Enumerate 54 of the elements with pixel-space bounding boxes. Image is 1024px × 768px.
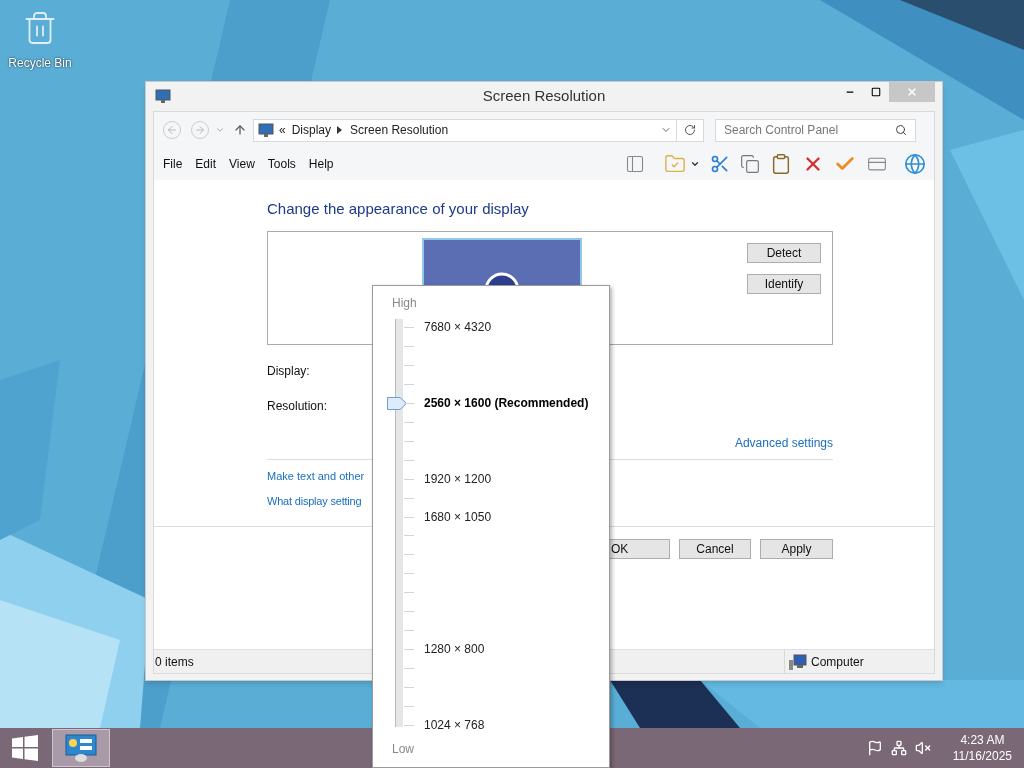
- search-icon: [895, 124, 907, 136]
- flag-icon[interactable]: [866, 740, 883, 756]
- field-label: Display:: [267, 364, 310, 378]
- refresh-button[interactable]: [677, 118, 704, 142]
- network-icon[interactable]: [890, 740, 907, 756]
- chevron-right-icon: [337, 126, 343, 134]
- dialog-button[interactable]: Cancel: [679, 539, 751, 559]
- menu-item[interactable]: View: [229, 155, 255, 173]
- monitor-icon: [155, 89, 171, 103]
- slider-thumb[interactable]: [387, 396, 407, 410]
- low-label: Low: [392, 742, 415, 756]
- scissors-icon[interactable]: [710, 154, 730, 174]
- slider-track[interactable]: [387, 319, 407, 727]
- breadcrumb[interactable]: Display: [291, 121, 332, 139]
- caret-icon[interactable]: [690, 159, 700, 169]
- close-icon: [906, 86, 918, 98]
- dialog-button[interactable]: Apply: [760, 539, 833, 559]
- breadcrumb[interactable]: Screen Resolution: [350, 121, 449, 139]
- layout-icon[interactable]: [624, 154, 646, 174]
- resolution-option[interactable]: 1680 × 1050: [424, 509, 492, 524]
- dialog-button[interactable]: Detect: [747, 243, 821, 263]
- menu-item[interactable]: File: [163, 155, 183, 173]
- advanced-settings-link[interactable]: Advanced settings: [734, 436, 833, 450]
- menu-item[interactable]: Help: [308, 155, 334, 173]
- dialog-button[interactable]: Identify: [747, 274, 821, 294]
- windows-logo-icon[interactable]: [12, 735, 38, 761]
- speaker-muted-icon[interactable]: [914, 740, 931, 756]
- item-count: 0 items: [154, 653, 194, 671]
- resolution-option[interactable]: 7680 × 4320: [424, 320, 492, 334]
- link[interactable]: Make text and other: [267, 469, 365, 483]
- clipboard-icon[interactable]: [770, 153, 792, 175]
- high-label: High: [392, 296, 418, 310]
- menu-item[interactable]: Tools: [267, 155, 296, 173]
- globe-icon[interactable]: [904, 153, 926, 175]
- address-bar[interactable]: « Display Screen Resolution: [253, 118, 677, 142]
- maximize-icon: [871, 87, 881, 97]
- resolution-option[interactable]: 1920 × 1200: [424, 471, 492, 486]
- resolution-option[interactable]: 2560 × 1600 (Recommended): [424, 395, 589, 410]
- menu-item[interactable]: Edit: [195, 155, 217, 173]
- field-label: Resolution:: [267, 399, 328, 413]
- copy-icon[interactable]: [740, 154, 760, 174]
- taskbar-app-button[interactable]: [52, 729, 110, 767]
- monitor-icon: [258, 123, 274, 137]
- heading: Change the appearance of your display: [267, 199, 529, 219]
- link[interactable]: What display setting: [267, 494, 362, 508]
- address-prefix: «: [279, 122, 286, 139]
- window-title: Screen Resolution: [482, 86, 606, 107]
- clock[interactable]: 4:23 AM 11/16/2025: [952, 732, 1012, 764]
- resolution-option[interactable]: 1024 × 768: [424, 718, 485, 732]
- search-field[interactable]: Search Control Panel: [715, 118, 916, 142]
- location-label: Computer: [811, 653, 864, 671]
- resolution-option[interactable]: 1280 × 800: [424, 642, 485, 657]
- refresh-icon: [684, 124, 696, 136]
- computer-icon: [789, 653, 807, 670]
